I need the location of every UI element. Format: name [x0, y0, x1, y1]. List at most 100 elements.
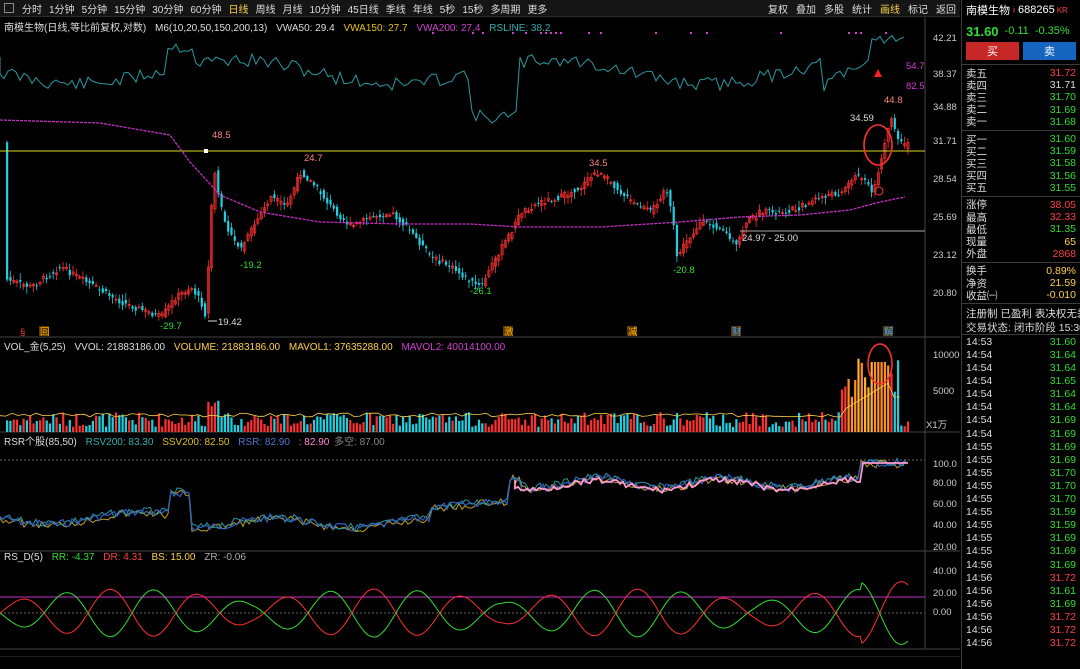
ssv200-line — [0, 459, 907, 533]
quote-stats-2: 换手 0.89% 净资 21.59 收益㈠ -0.010 — [962, 265, 1080, 302]
period-tab-6[interactable]: 日线 — [229, 1, 249, 16]
tick-row: 14:54 31.64 — [962, 348, 1080, 361]
candle-body — [715, 223, 718, 229]
toolbar-action-3[interactable]: 统计 — [852, 1, 872, 16]
period-tab-11[interactable]: 季线 — [386, 1, 406, 16]
toolbar-action-5[interactable]: 标记 — [908, 1, 928, 16]
period-tab-10[interactable]: 45日线 — [348, 1, 379, 16]
price-annotation: 24.7 — [304, 153, 323, 164]
volume-bar — [237, 425, 240, 432]
volume-bar — [689, 420, 692, 432]
candle-body — [666, 192, 669, 194]
period-tab-16[interactable]: 更多 — [527, 1, 547, 16]
volume-bar — [906, 421, 910, 432]
period-tab-5[interactable]: 60分钟 — [190, 1, 221, 16]
volume-bar — [296, 423, 299, 432]
volume-bar — [421, 414, 424, 432]
signal-dot — [560, 32, 562, 34]
event-mark: 解 — [884, 326, 894, 338]
volume-bar — [177, 422, 180, 432]
toolbar-action-6[interactable]: 返回 — [936, 1, 956, 16]
candle-body — [550, 201, 553, 203]
candle-body — [471, 278, 474, 281]
volume-bar — [877, 362, 880, 432]
volume-bar — [626, 413, 629, 432]
volume-bar — [685, 419, 688, 432]
info-badge-icon[interactable]: i — [1013, 5, 1015, 15]
stats1-value: 32.33 — [1049, 211, 1076, 224]
volume-bar — [679, 418, 682, 432]
volume-bar — [609, 413, 613, 432]
period-tab-3[interactable]: 15分钟 — [114, 1, 145, 16]
volume-bar — [230, 417, 233, 432]
tick-time: 14:56 — [966, 571, 993, 584]
candle-body — [616, 183, 619, 191]
tick-price: 31.64 — [1049, 388, 1076, 401]
volume-bar — [807, 413, 811, 432]
period-tab-0[interactable]: 分时 — [22, 1, 42, 16]
event-mark: § — [20, 327, 25, 338]
buy-button[interactable]: 买 — [966, 42, 1019, 60]
candle-body — [870, 184, 873, 193]
volume-bar — [794, 426, 797, 432]
toolbar-action-0[interactable]: 复权 — [768, 1, 788, 16]
volume-bar — [883, 362, 886, 432]
volume-bar — [157, 413, 160, 432]
tick-list[interactable]: 14:53 31.60 14:54 31.64 14:54 31.64 14:54 31.65… — [962, 335, 1080, 649]
volume-bar — [85, 426, 88, 432]
tick-time: 14:55 — [966, 493, 993, 506]
period-tab-1[interactable]: 1分钟 — [49, 1, 75, 16]
toolbar-right-actions: 复权 叠加 多股 统计 画线 标记 返回 — [760, 0, 956, 17]
window-menu-icon[interactable] — [4, 3, 14, 13]
volume-bar — [316, 416, 319, 432]
period-tab-4[interactable]: 30分钟 — [152, 1, 183, 16]
volume-bar — [712, 415, 715, 432]
stats1-value: 31.35 — [1049, 223, 1076, 236]
volume-bar — [240, 419, 243, 432]
period-tab-2[interactable]: 5分钟 — [82, 1, 108, 16]
candle-body — [837, 194, 840, 196]
period-tab-14[interactable]: 15秒 — [462, 1, 483, 16]
candle-body — [461, 272, 464, 278]
tick-price: 31.69 — [1049, 440, 1076, 453]
sell-button[interactable]: 卖 — [1023, 42, 1076, 60]
volume-bar — [520, 424, 523, 432]
volume-bar — [563, 421, 566, 432]
volume-bar — [72, 426, 75, 432]
volume-bar — [636, 414, 639, 432]
candle-body — [237, 242, 240, 247]
tick-time: 14:56 — [966, 610, 993, 623]
period-tab-15[interactable]: 多周期 — [490, 1, 520, 16]
candle-body — [557, 195, 560, 201]
tick-time: 14:55 — [966, 479, 993, 492]
toolbar-action-4[interactable]: 画线 — [880, 1, 900, 16]
rsr-legend: RSR个股(85,50) RSV200: 83.30 SSV200: 82.50… — [4, 433, 391, 448]
period-tab-13[interactable]: 5秒 — [440, 1, 456, 16]
volume-bar — [728, 422, 731, 432]
tick-row: 14:55 31.70 — [962, 466, 1080, 479]
volume-bar — [194, 421, 197, 432]
volume-bar — [39, 420, 42, 432]
candle-body — [718, 227, 721, 229]
volume-bar — [15, 419, 19, 432]
period-tab-7[interactable]: 周线 — [256, 1, 276, 16]
signal-dot — [706, 32, 708, 34]
volume-bar — [758, 425, 761, 432]
period-tab-8[interactable]: 月线 — [283, 1, 303, 16]
candle-body — [675, 225, 679, 257]
volume-bar — [804, 421, 807, 432]
price-annotation: -19.2 — [240, 260, 262, 271]
volume-bar — [345, 418, 349, 432]
toolbar-action-1[interactable]: 叠加 — [796, 1, 816, 16]
tick-row: 14:54 31.64 — [962, 362, 1080, 375]
period-tab-9[interactable]: 10分钟 — [310, 1, 341, 16]
volume-bar — [124, 417, 127, 432]
candle-body — [415, 233, 418, 238]
volume-bar — [834, 420, 837, 432]
volume-bar — [748, 423, 751, 432]
candle-body — [273, 194, 276, 199]
volume-bar — [19, 425, 22, 432]
toolbar-action-2[interactable]: 多股 — [824, 1, 844, 16]
volume-bar — [642, 421, 646, 432]
period-tab-12[interactable]: 年线 — [413, 1, 433, 16]
